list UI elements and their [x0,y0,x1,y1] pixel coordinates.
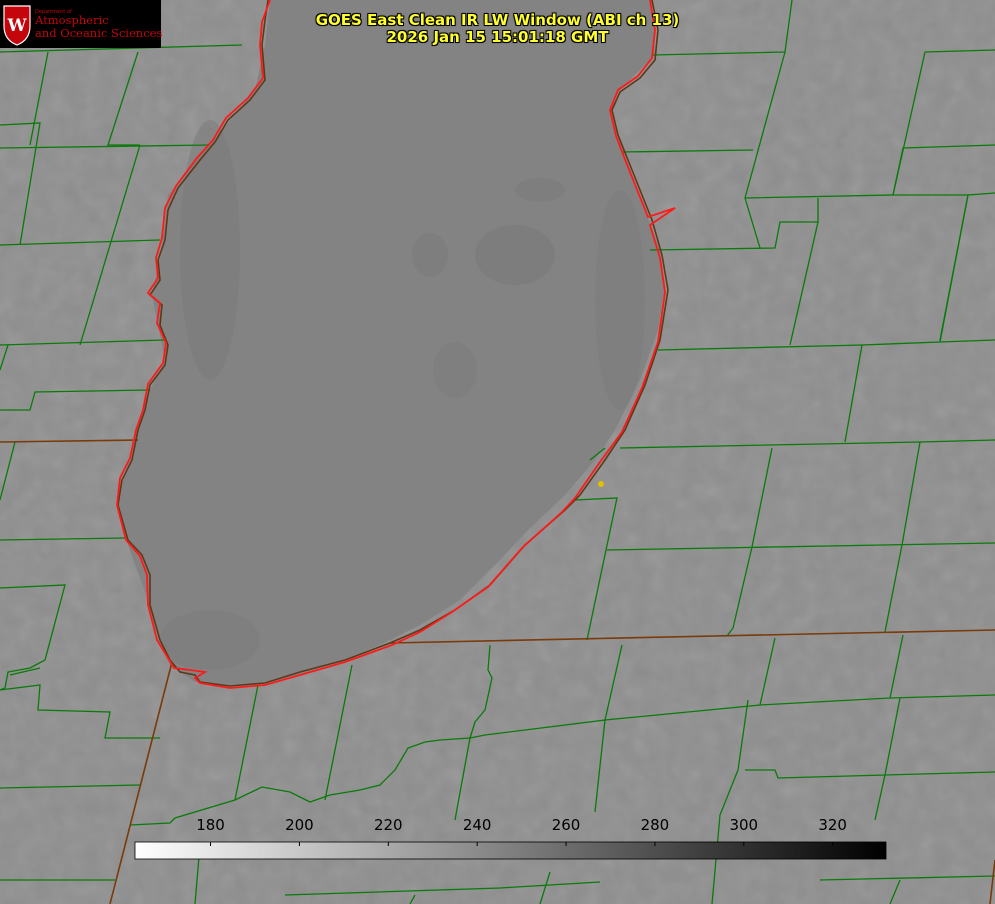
image-title: GOES East Clean IR LW Window (ABI ch 13)… [200,12,795,46]
cloud-feature [475,225,555,285]
colorbar [134,841,887,860]
cloud-feature [412,233,448,277]
shore-shadow [160,610,260,670]
shore-shadow [595,190,645,410]
shore-shadow [180,120,240,380]
colorbar-tick-label: 280 [641,816,670,834]
colorbar-tick-label: 200 [285,816,314,834]
colorbar-tick-label: 300 [729,816,758,834]
title-product: GOES East Clean IR LW Window (ABI ch 13) [315,11,680,29]
colorbar-tick-label: 260 [552,816,581,834]
site-marker [598,481,604,487]
colorbar-tick-label: 220 [374,816,403,834]
title-timestamp: 2026 Jan 15 15:01:18 GMT [386,28,609,46]
colorbar-tick-label: 180 [196,816,225,834]
satellite-map: 180 200 220 240 260 280 300 320 [0,0,995,904]
colorbar-tick-label: 320 [818,816,847,834]
uw-crest-icon: W [3,5,31,46]
cloud-feature [515,178,565,202]
cloud-feature [433,342,477,398]
colorbar-tick-label: 240 [463,816,492,834]
logo-name-line2: and Oceanic Sciences [35,26,163,40]
crest-letter: W [6,16,27,36]
satellite-image-viewer: 180 200 220 240 260 280 300 320 W Department of… [0,0,995,904]
aos-logo: W Department of Atmospheric and Oceanic … [0,0,163,48]
